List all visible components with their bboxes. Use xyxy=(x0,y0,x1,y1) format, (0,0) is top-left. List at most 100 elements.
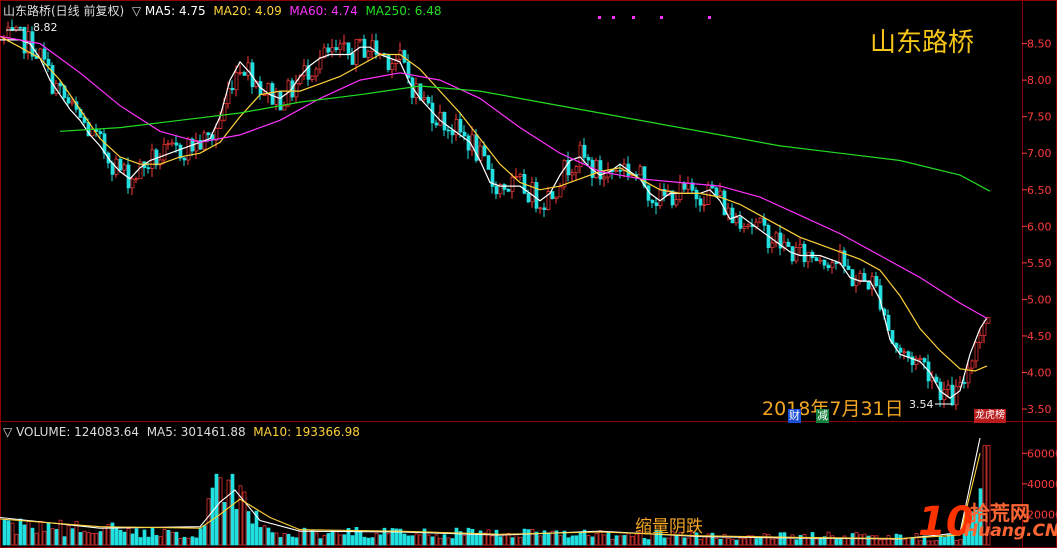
volume-bar xyxy=(378,534,383,546)
volume-bar xyxy=(430,536,435,546)
volume-bar xyxy=(70,528,75,546)
volume-bar xyxy=(358,530,363,546)
candle-body xyxy=(534,182,539,209)
volume-bar xyxy=(54,529,59,546)
candle-body xyxy=(762,217,767,226)
volume-bar xyxy=(138,537,143,546)
candle-body xyxy=(46,58,51,66)
candle-body xyxy=(478,145,483,161)
candle-body xyxy=(758,217,763,223)
triangle-icon[interactable]: ▽ xyxy=(128,4,141,18)
candle-body xyxy=(698,198,703,206)
volume-bar xyxy=(170,531,175,546)
volume-bar xyxy=(442,534,447,546)
candle-body xyxy=(510,176,515,192)
volume-bar xyxy=(122,531,127,546)
volume-bar xyxy=(874,535,879,546)
price-tick-label: 3.50 xyxy=(1027,403,1052,416)
candle-body xyxy=(970,360,975,369)
candle-body xyxy=(514,176,519,178)
volume-bar xyxy=(742,538,747,546)
price-tick-label: 7.50 xyxy=(1027,111,1052,124)
candle-body xyxy=(174,142,179,146)
volume-ma5-line xyxy=(0,437,981,540)
volume-bar xyxy=(10,522,15,546)
volume-bar xyxy=(222,502,227,546)
volume-bar xyxy=(466,527,471,546)
volume-bar xyxy=(570,535,575,546)
candle-body xyxy=(350,52,355,65)
candle-body xyxy=(466,135,471,151)
volume-bar xyxy=(846,537,851,546)
candle-body xyxy=(818,259,823,262)
volume-bar xyxy=(642,538,647,546)
candle-body xyxy=(986,317,991,324)
volume-bar xyxy=(478,530,483,546)
candle-body xyxy=(554,196,559,199)
candle-body xyxy=(806,251,811,263)
kline-chart[interactable]: 3.50 4.00 4.50 5.00 5.50 6.00 6.50 7.00 7.50 8.00… xyxy=(0,0,1057,548)
volume-bar xyxy=(130,533,135,546)
candle-body xyxy=(118,158,123,171)
volume-bar xyxy=(322,534,327,546)
candle-body xyxy=(922,358,927,363)
vol-ma5-label: MA5: 301461.88 xyxy=(146,425,246,439)
volume-bar xyxy=(174,531,179,546)
volume-bar xyxy=(830,535,835,546)
candle-body xyxy=(366,50,371,58)
volume-bar xyxy=(98,531,103,546)
volume-bar xyxy=(606,532,611,546)
volume-bar xyxy=(18,518,23,546)
candle-body xyxy=(826,264,831,269)
candle-body xyxy=(530,182,535,203)
volume-bar xyxy=(414,533,419,546)
candle-body xyxy=(238,72,243,74)
candle-body xyxy=(978,335,983,343)
event-marker-dragon-tiger[interactable]: 龙虎榜 xyxy=(974,409,1006,423)
candle-body xyxy=(66,97,71,104)
volume-bar xyxy=(338,534,343,546)
volume-bar xyxy=(838,538,843,546)
stock-title: 山东路桥(日线 前复权) xyxy=(3,4,125,18)
volume-bar xyxy=(166,529,171,546)
event-dot xyxy=(598,16,601,19)
volume-bar xyxy=(662,537,667,546)
candle-body xyxy=(830,262,835,269)
volume-bar xyxy=(526,529,531,546)
candle-body xyxy=(682,182,687,190)
candle-body xyxy=(814,257,819,262)
event-dot xyxy=(612,16,615,19)
volume-bar xyxy=(518,537,523,546)
candle-body xyxy=(362,38,367,58)
volume-bar xyxy=(146,536,151,546)
volume-bar xyxy=(682,537,687,546)
volume-bar xyxy=(842,535,847,546)
volume-bar xyxy=(102,527,107,546)
volume-bar xyxy=(894,533,899,546)
volume-bar xyxy=(738,537,743,546)
event-dot xyxy=(708,16,711,19)
price-tick-label: 6.00 xyxy=(1027,220,1052,233)
volume-bar xyxy=(502,534,507,546)
volume-bar xyxy=(486,529,491,546)
volume-bar xyxy=(910,537,915,546)
candle-body xyxy=(18,26,23,29)
ma20-label: MA20: 4.09 xyxy=(213,4,282,18)
candle-body xyxy=(854,279,859,287)
triangle-icon[interactable]: ▽ xyxy=(3,425,12,439)
candle-body xyxy=(862,273,867,282)
volume-bar xyxy=(710,532,715,546)
candle-body xyxy=(694,189,699,200)
volume-bar xyxy=(558,535,563,546)
candle-body xyxy=(734,217,739,224)
candle-body xyxy=(166,143,171,146)
volume-bar xyxy=(50,528,55,546)
candle-body xyxy=(946,384,951,390)
candle-body xyxy=(538,207,543,210)
volume-bar xyxy=(590,536,595,546)
event-marker-finance[interactable]: 财 xyxy=(788,409,801,423)
volume-bar xyxy=(646,539,651,546)
volume-bar xyxy=(218,477,223,546)
event-marker-reduce[interactable]: 减 xyxy=(816,409,829,423)
candle-body xyxy=(230,87,235,91)
